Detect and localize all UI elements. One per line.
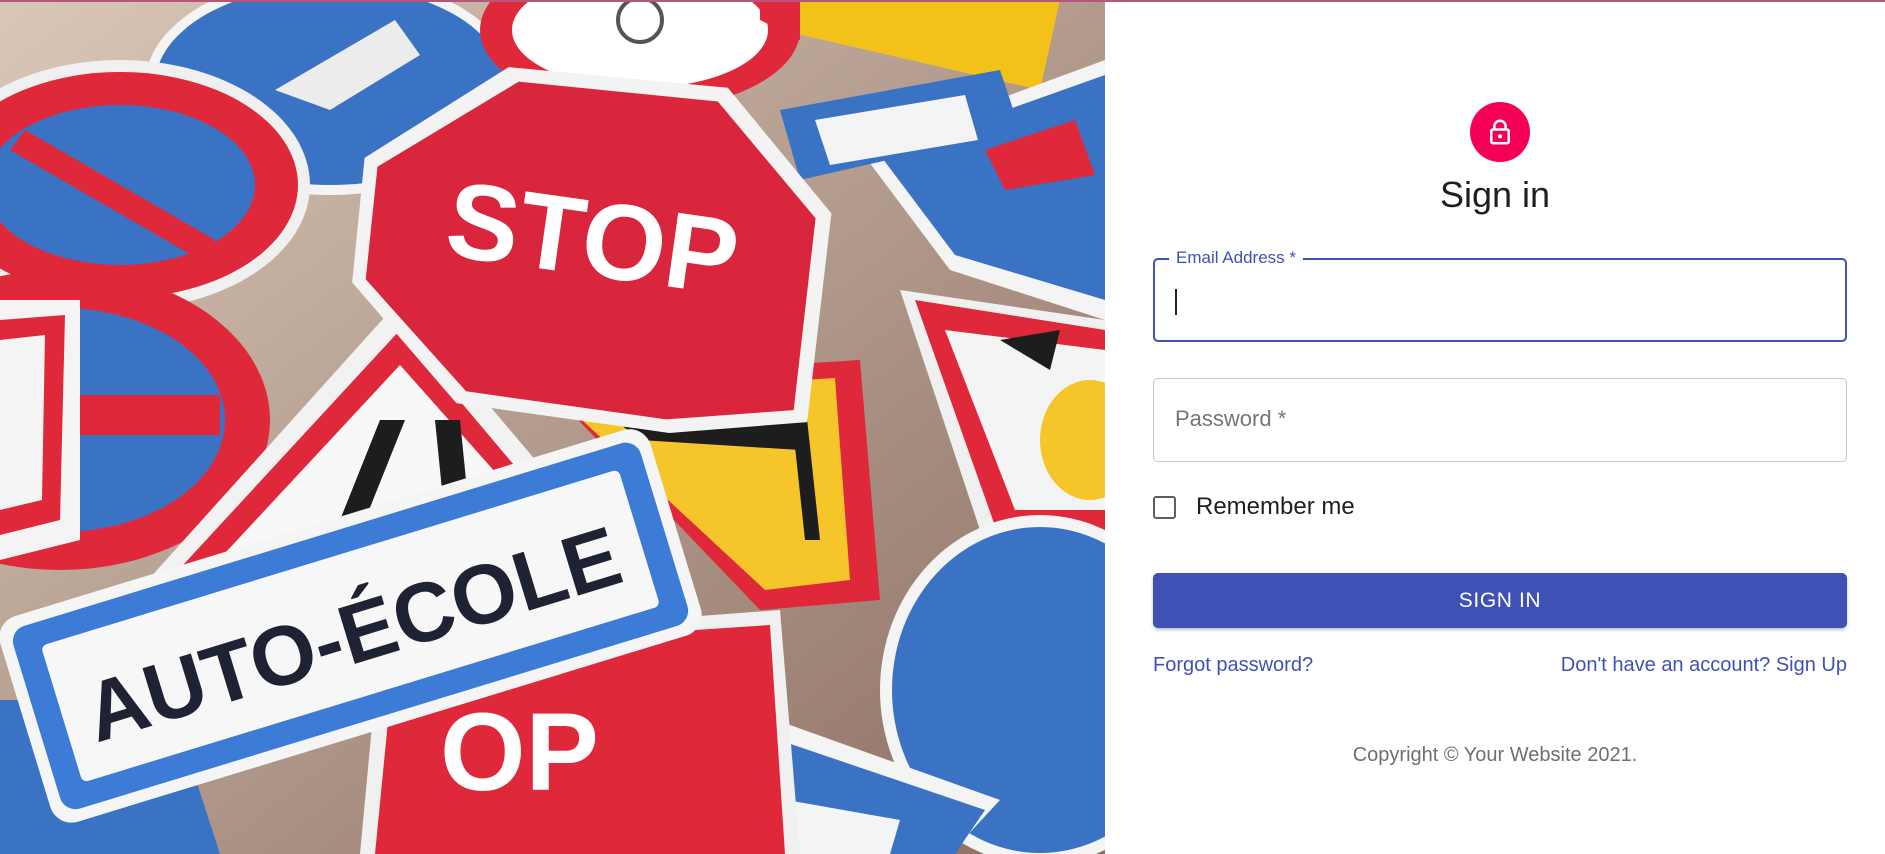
page-title: Sign in xyxy=(1439,174,1551,215)
lock-avatar xyxy=(1470,102,1530,162)
signin-panel: Sign in Email Address * Password * Remem… xyxy=(1105,0,1885,854)
remember-label: Remember me xyxy=(1196,493,1355,520)
remember-me[interactable]: Remember me xyxy=(1153,492,1355,522)
sign-up-link[interactable]: Don't have an account? Sign Up xyxy=(1561,654,1847,677)
email-field[interactable]: Email Address * xyxy=(1153,248,1847,342)
sign-in-button[interactable]: SIGN IN xyxy=(1153,573,1847,628)
forgot-password-link[interactable]: Forgot password? xyxy=(1153,654,1313,677)
hero-image: OP STOP AUTO-ÉCOLE xyxy=(0,0,1105,854)
top-accent-line xyxy=(0,0,1885,2)
copyright: Copyright © Your Website 2021. xyxy=(1352,744,1638,766)
lock-icon xyxy=(1490,119,1510,145)
partial-sign-text: OP xyxy=(440,691,599,814)
remember-checkbox[interactable] xyxy=(1153,495,1176,519)
password-field[interactable]: Password * xyxy=(1153,378,1847,462)
